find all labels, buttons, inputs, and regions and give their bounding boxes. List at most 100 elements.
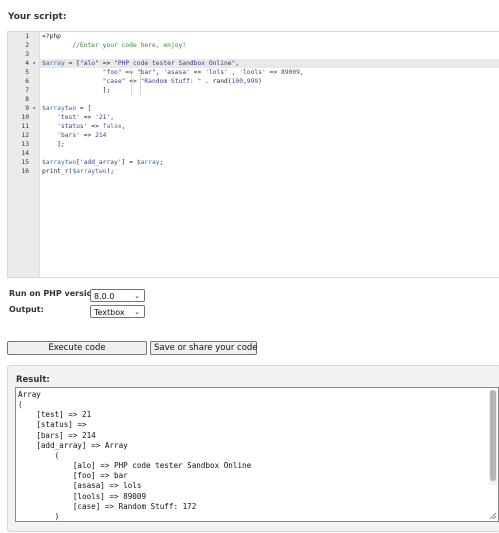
save-share-button[interactable]: Save or share your code [150,341,258,355]
line-number: 4 [25,60,29,67]
indent-guide-line [131,69,132,96]
code-line: "foo" => "bar", 'asasa' => 'lols' , 'loo… [40,68,499,77]
code-line: $arraytwo['add_array'] = $array; [40,158,499,167]
code-token: , [299,69,304,76]
chevron-down-icon: ⌄ [134,308,140,316]
code-number: 214 [95,132,107,139]
code-text-area[interactable]: <?php //Enter your code here, enjoy! $ar… [40,32,499,277]
code-token: <?php [42,33,61,40]
code-line: <?php [40,32,499,41]
code-editor[interactable]: 1 2 3 4 ▾ 5 6 7 8 9 ▾ 10 11 12 13 14 15 … [7,31,499,278]
chevron-down-icon: ⌄ [134,292,140,300]
line-number: 5 [25,69,29,76]
code-token: , [227,69,240,76]
line-number: 2 [25,42,29,49]
fold-arrow-icon[interactable]: ▾ [32,59,36,68]
line-number: 14 [21,150,29,157]
code-line: ]; [40,140,499,149]
code-variable: $arraytwo [42,159,77,166]
line-number: 16 [21,168,29,175]
code-token: . [201,78,213,85]
code-line: 'test' => '21', [40,113,499,122]
code-token: ; [159,159,164,166]
line-number: 13 [21,141,29,148]
output-value: Textbox [94,308,125,317]
line-number: 7 [25,87,29,94]
code-token: ]; [102,87,111,94]
php-version-select[interactable]: 8.0.0 ⌄ [90,289,145,302]
code-token: ]; [57,141,65,148]
php-version-label: Run on PHP version: [9,289,101,298]
code-variable: $arraytwo [42,105,77,112]
scrollbar-thumb[interactable] [490,390,496,481]
code-line: "case" => "Random Stuff: " . rand(100,99… [40,77,499,86]
resize-handle-icon[interactable] [488,511,497,520]
code-token: , [235,60,240,67]
line-number-with-fold: 9 ▾ [8,104,39,113]
code-string: 'test' [57,114,80,121]
code-string: "alo" [79,60,99,67]
line-number: 9 [25,105,29,112]
code-line: 'bars' => 214 [40,131,499,140]
php-version-value: 8.0.0 [94,292,115,301]
code-number: 999 [246,78,259,85]
script-heading: Your script: [8,12,67,22]
code-token: => [98,60,115,67]
code-token: ] = [121,159,137,166]
code-string: 'lols' [205,69,228,76]
line-number-gutter: 1 2 3 4 ▾ 5 6 7 8 9 ▾ 10 11 12 13 14 15 … [8,32,40,277]
result-label: Result: [16,375,50,385]
line-number: 15 [21,159,29,166]
code-token: , [110,114,115,121]
code-token: => [265,69,281,76]
code-token: ); [106,168,115,175]
code-string: "Random Stuff: " [140,78,202,85]
code-comment: //Enter your code here, enjoy! [72,42,187,49]
code-variable: $array [136,159,160,166]
code-keyword: false [102,123,122,130]
code-string: '21' [95,114,111,121]
code-line: print_r($arraytwo); [40,167,499,176]
result-output: Array ( [test] => 21 [status] => [bars] … [18,390,252,521]
code-string: 'bars' [57,132,80,139]
code-line: ]; [40,86,499,95]
line-number: 6 [25,78,29,85]
code-token: = [ [76,105,92,112]
code-token: => [79,132,96,139]
fold-arrow-icon[interactable]: ▾ [32,104,36,113]
code-token: => [87,123,103,130]
code-token: = [ [64,60,80,67]
code-line: $arraytwo = [ [40,104,499,113]
line-number: 10 [21,114,29,121]
line-number-with-fold: 4 ▾ [8,59,39,68]
code-variable: $array [42,60,65,67]
execute-code-button[interactable]: Execute code [7,341,147,355]
code-line: 'status' => false, [40,122,499,131]
code-line: //Enter your code here, enjoy! [40,41,499,50]
code-string: 'asasa' [163,69,190,76]
line-number: 8 [25,96,29,103]
line-number: 1 [25,33,29,40]
line-number: 12 [21,132,29,139]
code-string: 'status' [57,123,88,130]
result-scrollbar[interactable] [489,390,497,485]
line-number: 11 [21,123,29,130]
result-panel: Result: Array ( [test] => 21 [status] =>… [7,365,499,532]
output-label: Output: [9,305,44,314]
result-textbox[interactable]: Array ( [test] => 21 [status] => [bars] … [15,387,499,522]
code-number: 100 [231,78,243,85]
indent-guide-line [140,69,141,96]
code-token: , [121,123,126,130]
indent-guides [131,69,143,96]
output-select[interactable]: Textbox ⌄ [90,305,145,318]
code-string: 'lools' [239,69,266,76]
code-line-active: $array = ["alo" => "PHP code tester Sand… [40,59,499,68]
code-string: 'add_array' [79,159,122,166]
code-function: print_r [42,168,69,175]
code-variable: $arraytwo [72,168,107,175]
code-function: rand [212,78,228,85]
code-string: "PHP code tester Sandbox Online" [114,60,236,67]
code-string: "foo" [102,69,122,76]
